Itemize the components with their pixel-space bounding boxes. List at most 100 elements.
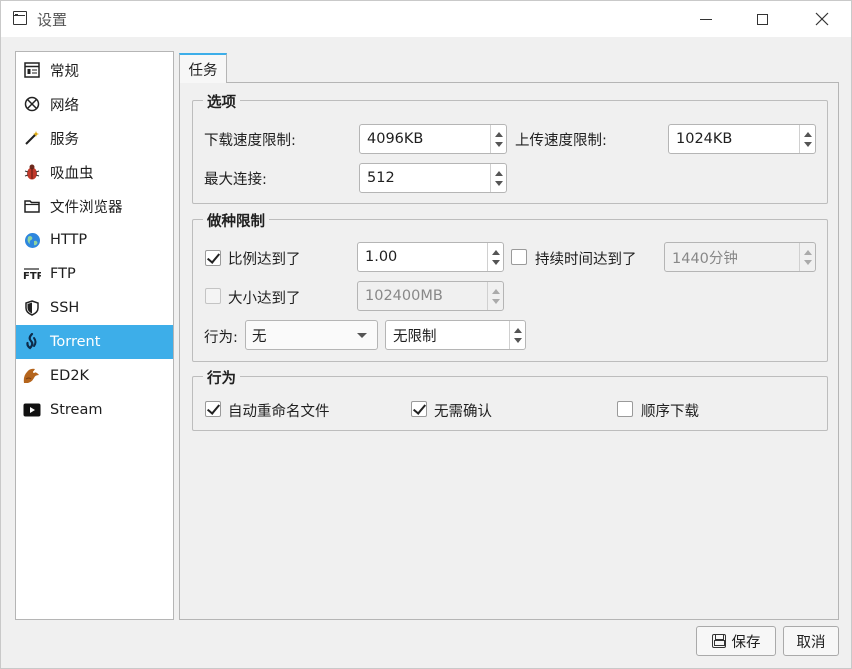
chevron-down-icon: [357, 332, 367, 338]
duration-value: 1440分钟: [672, 250, 738, 267]
tab-task[interactable]: 任务: [179, 53, 227, 83]
arrow-up-icon: [803, 249, 812, 255]
task-tab-panel: 选项 下载速度限制: 4096KB 上传速度限制: 1024KB 最大连接: 5…: [179, 82, 839, 620]
options-group: 选项 下载速度限制: 4096KB 上传速度限制: 1024KB 最大连接: 5…: [192, 91, 828, 204]
upload-limit-label: 上传速度限制:: [515, 133, 607, 149]
auto-rename-label: 自动重命名文件: [228, 404, 330, 420]
action-limit-value: 无限制: [393, 328, 437, 345]
ratio-checkbox[interactable]: [205, 250, 221, 266]
arrow-down-icon: [491, 259, 500, 265]
sidebar-item-label: ED2K: [50, 368, 90, 384]
shield-icon: [22, 298, 42, 318]
spin-arrows[interactable]: [509, 321, 525, 349]
sidebar-item-ssh[interactable]: SSH: [16, 291, 173, 325]
sidebar-item-label: FTP: [50, 266, 76, 282]
sequential-download-checkbox[interactable]: [617, 401, 633, 417]
sidebar-item-ftp[interactable]: FTP FTP: [16, 257, 173, 291]
sidebar-item-stream[interactable]: Stream: [16, 393, 173, 427]
ratio-label: 比例达到了: [228, 252, 301, 268]
duration-spinbox[interactable]: 1440分钟: [664, 242, 816, 272]
save-button-label: 保存: [731, 634, 761, 651]
arrow-up-icon: [494, 170, 503, 176]
max-connections-spinbox[interactable]: 512: [359, 163, 507, 193]
no-confirm-checkbox[interactable]: [411, 401, 427, 417]
sidebar-item-label: SSH: [50, 300, 80, 316]
download-limit-spinbox[interactable]: 4096KB: [359, 124, 507, 154]
save-icon: [711, 634, 726, 648]
arrow-up-icon: [803, 131, 812, 137]
sidebar-item-label: HTTP: [50, 232, 88, 248]
size-checkbox[interactable]: [205, 288, 221, 304]
save-button[interactable]: 保存: [696, 626, 776, 656]
behavior-group: 行为 自动重命名文件 无需确认 顺序下载: [192, 367, 828, 431]
seeding-group-title: 做种限制: [203, 210, 269, 231]
maximize-button[interactable]: [739, 1, 785, 37]
action-value: 无: [252, 328, 267, 345]
sidebar-item-network[interactable]: 网络: [16, 87, 173, 121]
spin-arrows[interactable]: [490, 125, 506, 153]
upload-limit-spinbox[interactable]: 1024KB: [668, 124, 816, 154]
download-limit-value: 4096KB: [367, 131, 424, 147]
auto-rename-checkbox[interactable]: [205, 401, 221, 417]
general-icon: [22, 60, 42, 80]
options-group-title: 选项: [203, 91, 240, 112]
ed2k-icon: [22, 366, 42, 386]
size-spinbox[interactable]: 102400MB: [357, 281, 504, 311]
arrow-down-icon: [494, 180, 503, 186]
behavior-group-title: 行为: [203, 367, 240, 388]
size-label: 大小达到了: [228, 291, 301, 307]
sidebar-item-ed2k[interactable]: ED2K: [16, 359, 173, 393]
action-limit-spinbox[interactable]: 无限制: [385, 320, 526, 350]
svg-text:FTP: FTP: [23, 271, 41, 282]
sidebar-item-services[interactable]: 服务: [16, 121, 173, 155]
max-connections-value: 512: [367, 170, 395, 186]
max-connections-label: 最大连接:: [204, 172, 267, 188]
arrow-up-icon: [491, 249, 500, 255]
cancel-button[interactable]: 取消: [783, 626, 839, 656]
duration-label: 持续时间达到了: [535, 252, 637, 268]
arrow-down-icon: [803, 141, 812, 147]
network-icon: [22, 94, 42, 114]
ratio-value: 1.00: [365, 249, 398, 265]
minimize-button[interactable]: [683, 1, 729, 37]
sidebar-item-label: 服务: [50, 131, 79, 148]
arrow-down-icon: [494, 141, 503, 147]
window-title: 设置: [37, 11, 68, 29]
spin-arrows[interactable]: [487, 282, 503, 310]
spin-arrows[interactable]: [799, 125, 815, 153]
sidebar-item-http[interactable]: HTTP: [16, 223, 173, 257]
spin-arrows[interactable]: [487, 243, 503, 271]
close-button[interactable]: [799, 1, 845, 37]
cancel-button-label: 取消: [796, 634, 826, 651]
spin-arrows[interactable]: [490, 164, 506, 192]
upload-limit-value: 1024KB: [676, 131, 733, 147]
ftp-icon: FTP: [22, 264, 42, 284]
sidebar-item-torrent[interactable]: Torrent: [16, 325, 173, 359]
spin-arrows[interactable]: [799, 243, 815, 271]
ratio-spinbox[interactable]: 1.00: [357, 242, 504, 272]
folder-icon: [22, 196, 42, 216]
sidebar-item-file-browser[interactable]: 文件浏览器: [16, 189, 173, 223]
sidebar-item-label: Stream: [50, 402, 103, 418]
arrow-down-icon: [513, 337, 522, 343]
title-bar: 设置: [1, 1, 851, 37]
no-confirm-label: 无需确认: [434, 404, 492, 420]
maximize-icon: [756, 13, 768, 25]
sidebar-item-leechers[interactable]: 吸血虫: [16, 155, 173, 189]
play-icon: [22, 400, 42, 420]
arrow-down-icon: [491, 298, 500, 304]
bug-icon: [22, 162, 42, 182]
sidebar-item-label: 网络: [50, 97, 79, 114]
arrow-up-icon: [513, 327, 522, 333]
sidebar-item-label: Torrent: [50, 334, 101, 350]
app-settings-icon: [13, 11, 27, 25]
arrow-up-icon: [491, 288, 500, 294]
sidebar-item-general[interactable]: 常规: [16, 53, 173, 87]
duration-checkbox[interactable]: [511, 249, 527, 265]
action-combobox[interactable]: 无: [245, 320, 378, 350]
sidebar-item-label: 文件浏览器: [50, 199, 123, 216]
action-label: 行为:: [204, 330, 238, 346]
close-icon: [815, 12, 829, 26]
wand-icon: [22, 128, 42, 148]
sidebar-item-label: 常规: [50, 63, 79, 80]
